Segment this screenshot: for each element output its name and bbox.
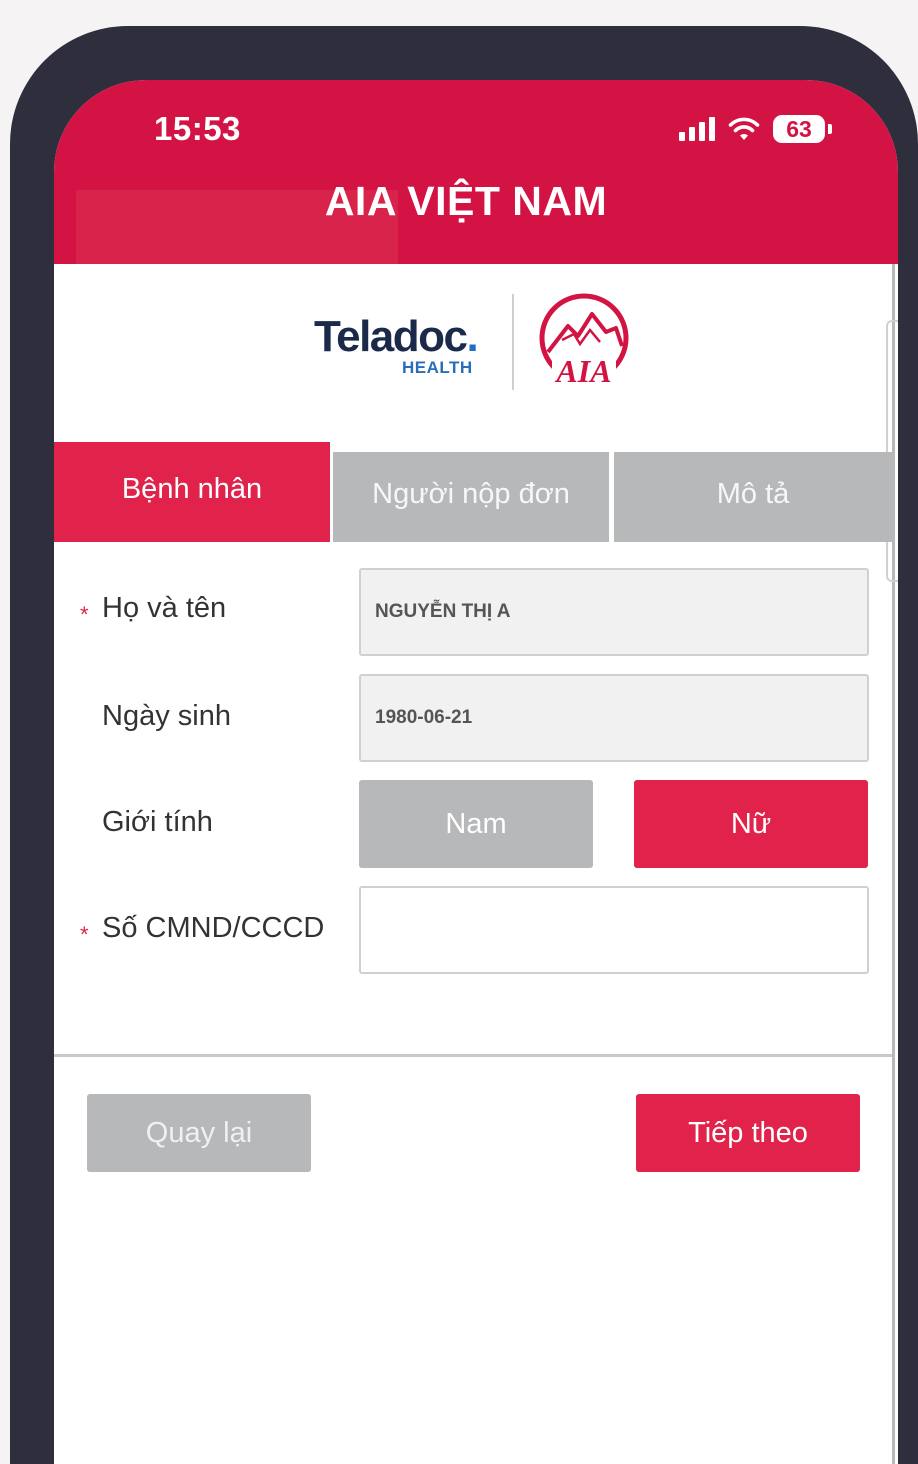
partner-logos: Teladoc. HEALTH AIA: [54, 264, 898, 444]
volume-button: [10, 354, 24, 512]
form-divider: [54, 1054, 892, 1057]
teladoc-logo: Teladoc.: [314, 312, 479, 361]
gender-label: Giới tính: [102, 806, 213, 838]
id-number-label: Số CMND/CCCD: [102, 912, 325, 944]
back-button[interactable]: Quay lại: [87, 1094, 311, 1172]
scroll-handle[interactable]: [886, 320, 898, 582]
tab-nguoi-nop-don[interactable]: Người nộp đơn: [333, 452, 609, 542]
aia-logo: AIA: [539, 293, 629, 389]
full-name-label: Họ và tên: [102, 592, 227, 624]
status-icons: 63: [679, 114, 832, 144]
dob-field[interactable]: 1980-06-21: [359, 674, 869, 762]
phone-frame: 15:53 63 AIA VIỆT NAM Teladoc. HEALTH AI…: [10, 26, 918, 1464]
app-header: 15:53 63 AIA VIỆT NAM: [54, 80, 898, 264]
required-mark: *: [80, 602, 89, 627]
tab-mo-ta[interactable]: Mô tả: [614, 452, 892, 542]
signal-icon: [679, 117, 715, 141]
battery-level: 63: [773, 115, 825, 143]
phone-screen: 15:53 63 AIA VIỆT NAM Teladoc. HEALTH AI…: [54, 80, 898, 1464]
svg-text:AIA: AIA: [554, 353, 611, 389]
gender-female-button[interactable]: Nữ: [634, 780, 868, 868]
gender-male-button[interactable]: Nam: [359, 780, 593, 868]
full-name-field[interactable]: NGUYỄN THỊ A: [359, 568, 869, 656]
wifi-icon: [728, 117, 760, 140]
volume-button: [10, 544, 24, 702]
logo-divider: [512, 294, 514, 390]
tab-benh-nhan[interactable]: Bệnh nhân: [54, 442, 330, 542]
id-number-field[interactable]: [359, 886, 869, 974]
required-mark: *: [80, 922, 89, 947]
status-time: 15:53: [154, 110, 241, 147]
next-button[interactable]: Tiếp theo: [636, 1094, 860, 1172]
teladoc-health-label: HEALTH: [402, 358, 473, 377]
dob-label: Ngày sinh: [102, 700, 231, 732]
app-title: AIA VIỆT NAM: [324, 178, 608, 224]
battery-icon: [828, 124, 832, 134]
